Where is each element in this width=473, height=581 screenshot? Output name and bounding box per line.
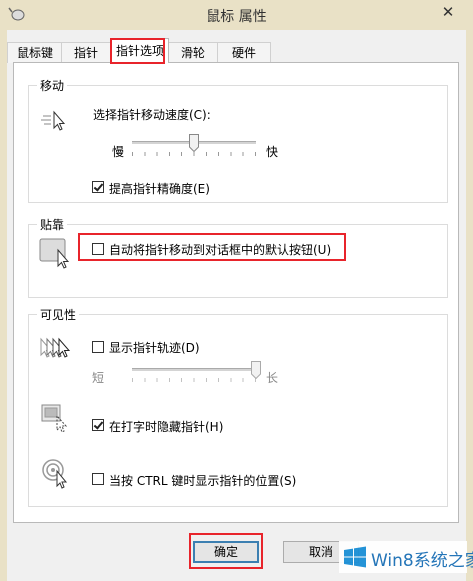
show-location-checkbox[interactable] bbox=[92, 473, 104, 485]
tab-pointers[interactable]: 指针 bbox=[61, 42, 111, 63]
pointer-speed-icon bbox=[40, 108, 68, 135]
trails-label[interactable]: 显示指针轨迹(D) bbox=[109, 339, 200, 356]
speed-label: 选择指针移动速度(C): bbox=[93, 108, 211, 122]
show-location-icon bbox=[41, 458, 73, 493]
fast-label: 快 bbox=[266, 145, 279, 159]
snap-checkbox[interactable] bbox=[92, 243, 104, 255]
trail-slider-track[interactable] bbox=[132, 368, 256, 372]
snap-to-button-icon bbox=[39, 238, 73, 275]
motion-group-title: 移动 bbox=[37, 77, 68, 94]
hide-while-typing-checkbox[interactable] bbox=[92, 419, 104, 431]
hide-while-typing-label[interactable]: 在打字时隐藏指针(H) bbox=[109, 418, 223, 435]
precision-checkbox[interactable] bbox=[92, 181, 104, 193]
tab-hardware[interactable]: 硬件 bbox=[217, 42, 271, 63]
trail-slider-ticks bbox=[132, 378, 257, 382]
ok-button[interactable]: 确定 bbox=[193, 541, 259, 563]
window-title: 鼠标 属性 bbox=[206, 9, 267, 25]
close-button[interactable]: ✕ bbox=[431, 1, 465, 23]
pointer-trails-icon bbox=[39, 336, 73, 365]
window-border-left bbox=[0, 30, 7, 581]
tab-buttons[interactable]: 鼠标键 bbox=[7, 42, 63, 63]
windows-logo-icon bbox=[343, 546, 367, 571]
tab-wheel[interactable]: 滑轮 bbox=[167, 42, 219, 63]
watermark-text: Win8系统之家 bbox=[371, 551, 473, 571]
title-bar: 鼠标 属性 ✕ bbox=[0, 0, 473, 30]
snap-group-title: 贴靠 bbox=[37, 216, 68, 233]
snap-group: 贴靠 bbox=[28, 216, 448, 298]
tab-panel: 移动 贴靠 可见性 bbox=[13, 62, 459, 523]
show-location-label[interactable]: 当按 CTRL 键时显示指针的位置(S) bbox=[109, 472, 296, 489]
snap-label[interactable]: 自动将指针移动到对话框中的默认按钮(U) bbox=[109, 241, 331, 258]
precision-label[interactable]: 提高指针精确度(E) bbox=[109, 180, 210, 197]
trails-checkbox[interactable] bbox=[92, 341, 104, 353]
slow-label: 慢 bbox=[112, 145, 125, 159]
short-label: 短 bbox=[92, 371, 105, 385]
watermark: Win8系统之家 bbox=[339, 541, 473, 573]
trail-slider-thumb[interactable] bbox=[251, 361, 261, 379]
speed-slider-thumb[interactable] bbox=[189, 134, 199, 152]
window-border-right bbox=[466, 30, 473, 581]
long-label: 长 bbox=[266, 371, 279, 385]
speed-slider-ticks bbox=[132, 152, 257, 156]
close-icon: ✕ bbox=[441, 3, 455, 21]
hide-while-typing-icon bbox=[41, 404, 71, 437]
tab-pointer-options[interactable]: 指针选项 bbox=[111, 38, 169, 63]
visibility-group-title: 可见性 bbox=[37, 306, 80, 323]
